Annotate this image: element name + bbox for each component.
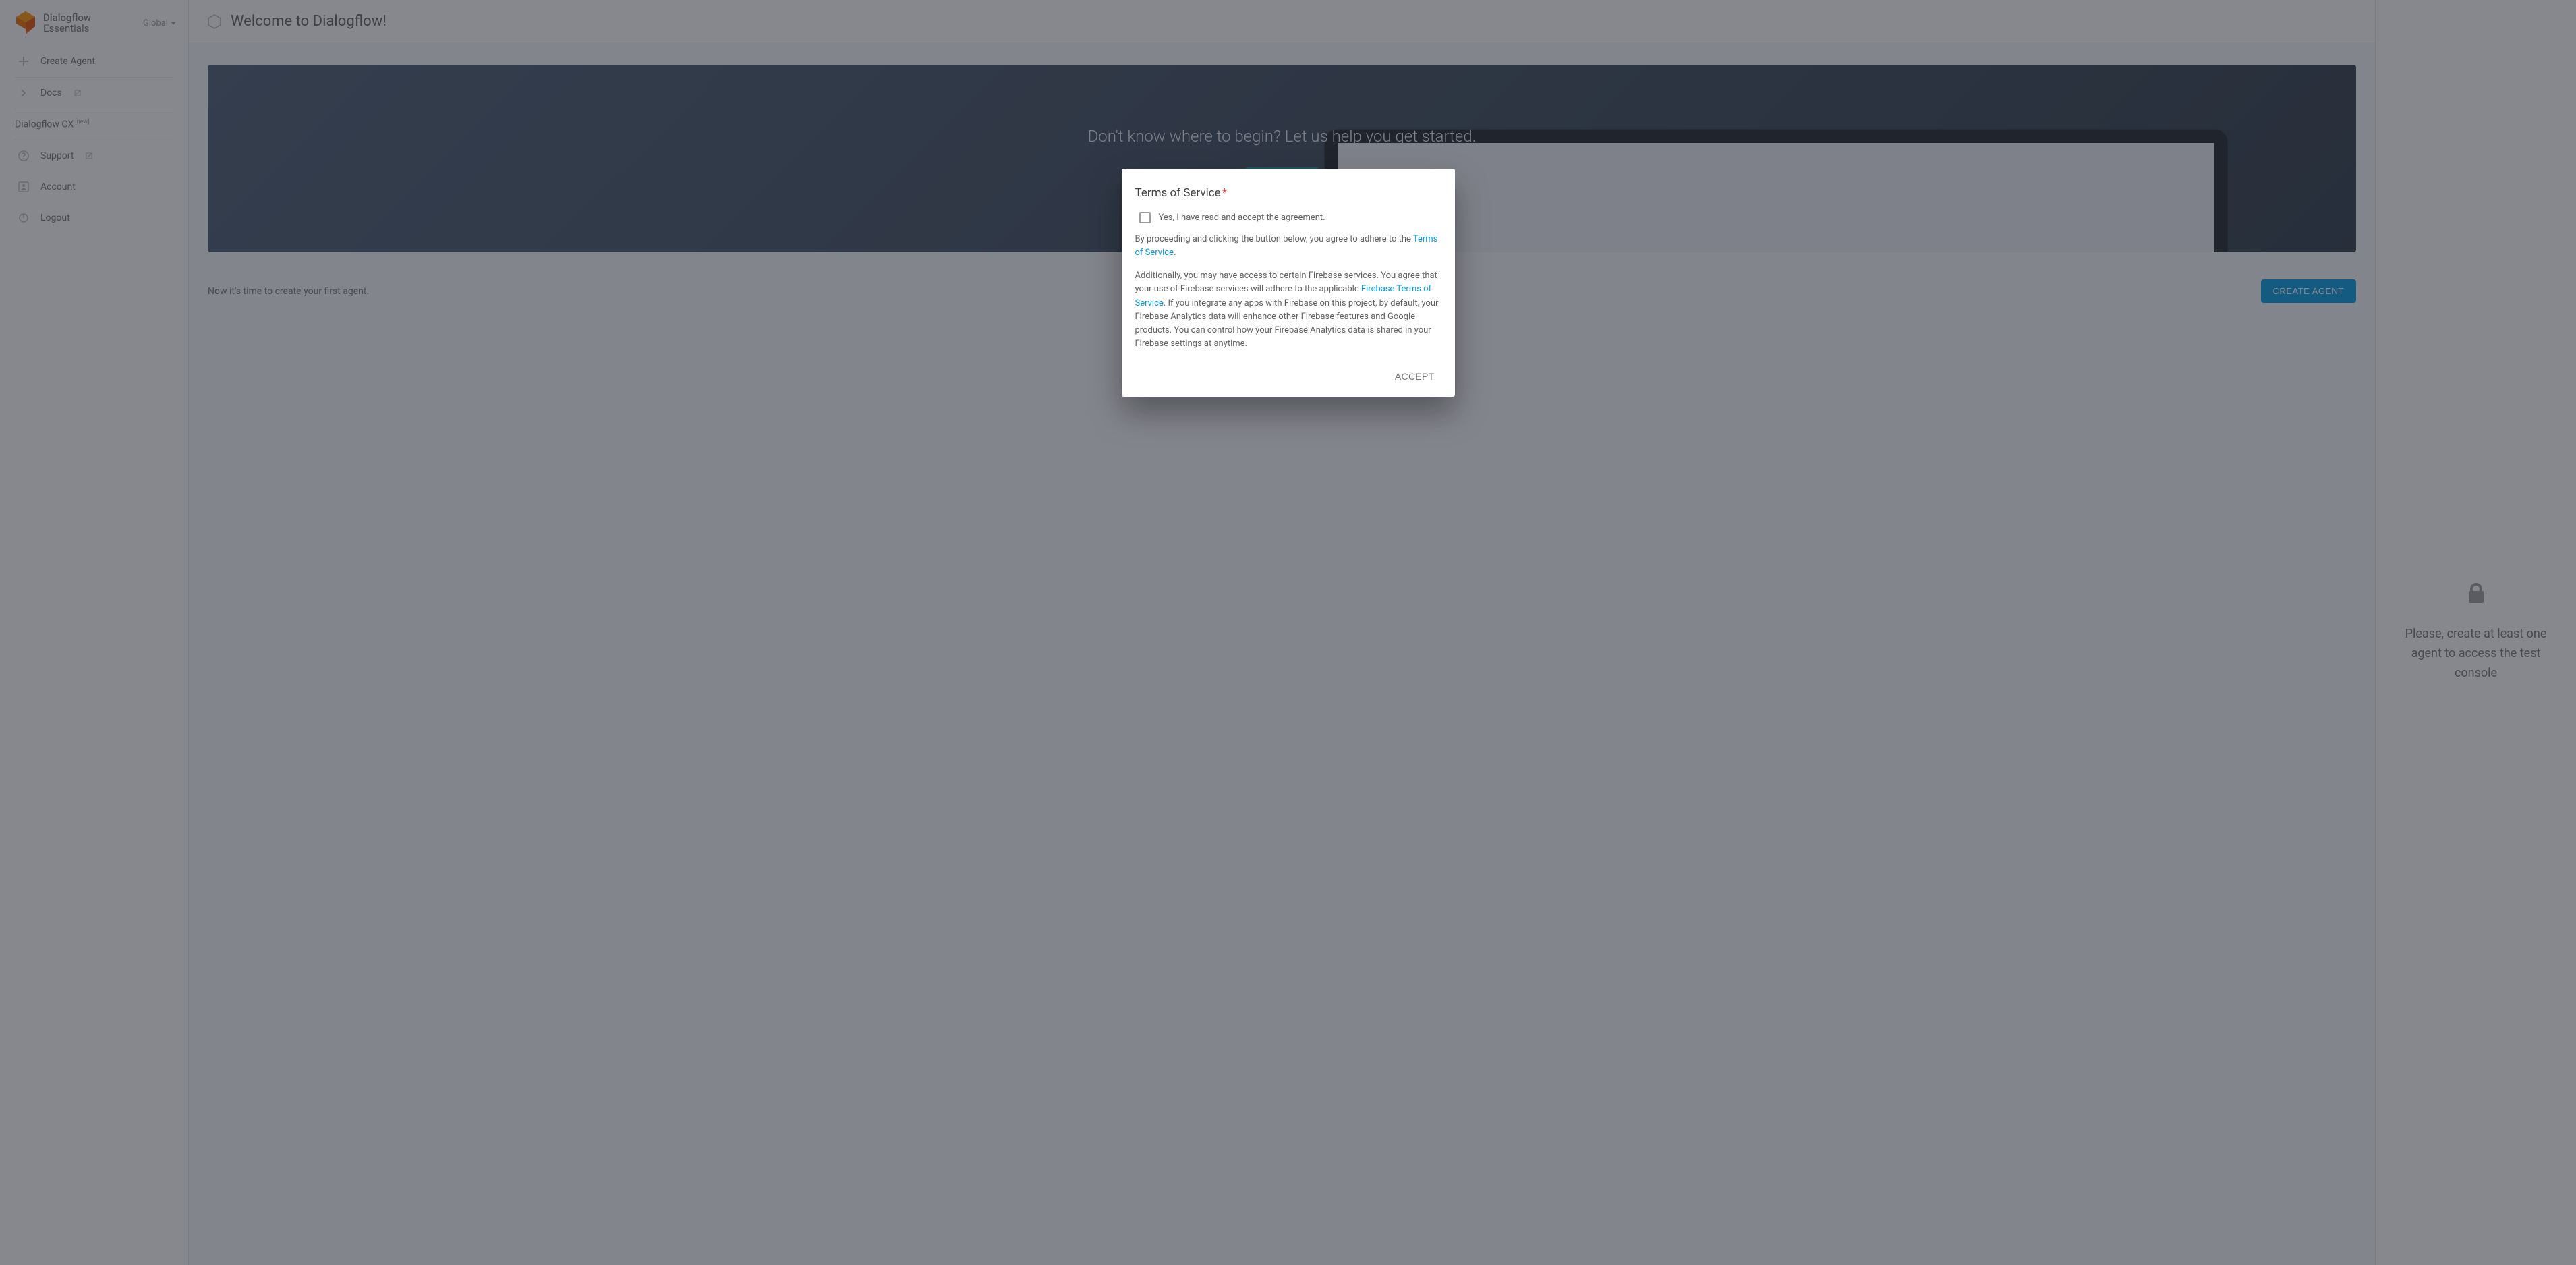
tos-checkbox[interactable] [1139, 212, 1151, 223]
accept-button[interactable]: ACCEPT [1388, 366, 1441, 387]
modal-paragraph-2: Additionally, you may have access to cer… [1135, 269, 1441, 351]
tos-checkbox-row: Yes, I have read and accept the agreemen… [1135, 210, 1441, 233]
modal-p1-pre: By proceeding and clicking the button be… [1135, 234, 1413, 244]
required-asterisk: * [1222, 186, 1227, 200]
modal-p1-post: . [1174, 248, 1176, 258]
modal-paragraph-1: By proceeding and clicking the button be… [1135, 233, 1441, 260]
modal-overlay: Terms of Service* Yes, I have read and a… [0, 0, 2576, 1265]
modal-title: Terms of Service* [1135, 186, 1441, 200]
modal-actions: ACCEPT [1135, 360, 1441, 387]
modal-title-text: Terms of Service [1135, 186, 1221, 200]
modal-p2-post: . If you integrate any apps with Firebas… [1135, 298, 1439, 349]
tos-modal: Terms of Service* Yes, I have read and a… [1122, 169, 1455, 397]
tos-checkbox-label[interactable]: Yes, I have read and accept the agreemen… [1159, 213, 1325, 223]
